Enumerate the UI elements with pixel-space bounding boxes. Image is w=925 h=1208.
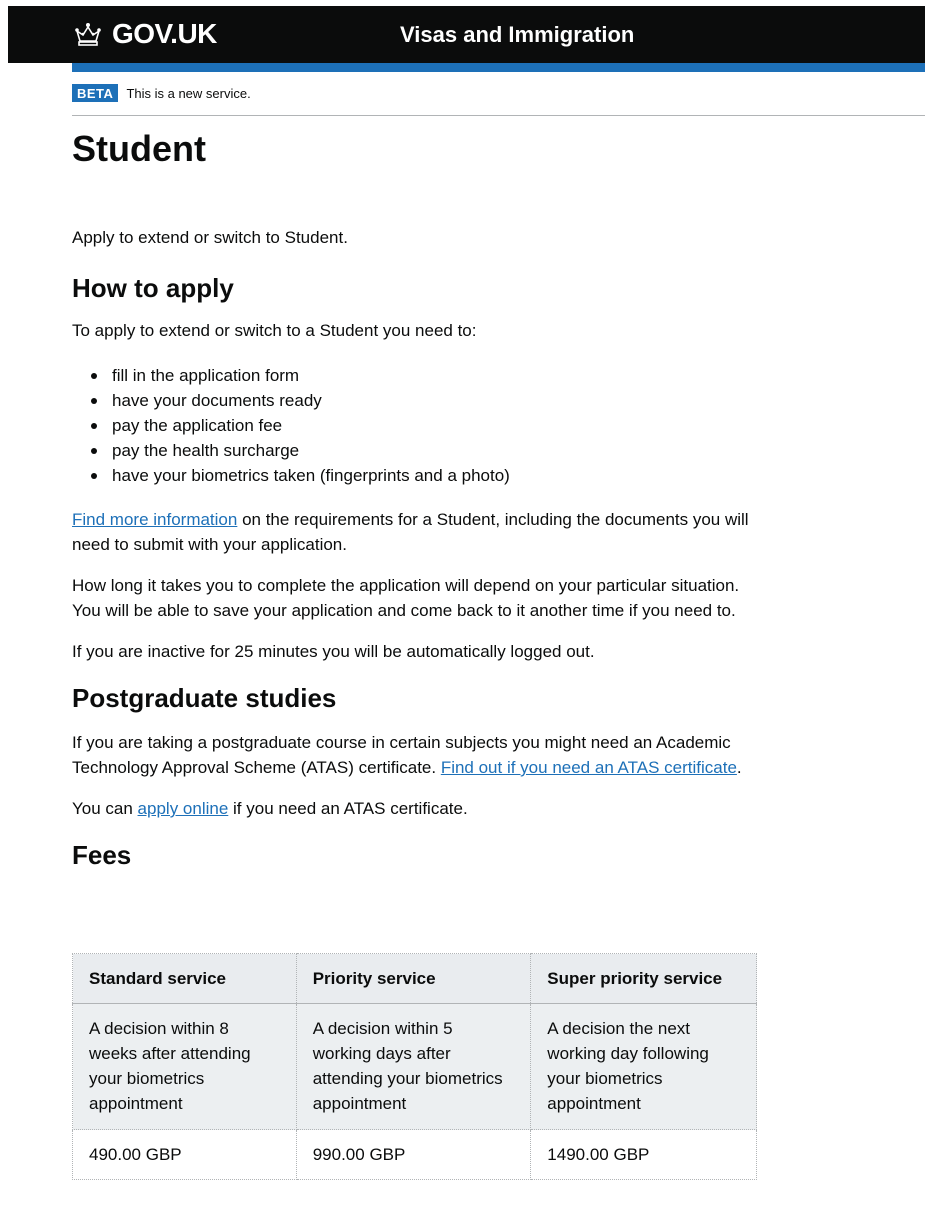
- list-item: have your biometrics taken (fingerprints…: [91, 463, 762, 488]
- duration-text: How long it takes you to complete the ap…: [72, 576, 740, 620]
- logo-text: GOV.UK: [112, 18, 217, 49]
- site-header: GOV.UK Visas and Immigration: [8, 6, 925, 63]
- price-cell: 990.00 GBP: [295, 1129, 532, 1180]
- header-accent-bar: [72, 63, 925, 72]
- table-header-row: Standard service Priority service Super …: [72, 953, 757, 1004]
- table-row: A decision within 8 weeks after attendin…: [72, 1003, 757, 1130]
- phase-banner: BETA This is a new service.: [72, 84, 251, 102]
- atas-check-link[interactable]: Find out if you need an ATAS certificate: [441, 758, 737, 777]
- govuk-logo-link[interactable]: GOV.UK: [74, 18, 217, 50]
- list-item: pay the health surcharge: [91, 438, 762, 463]
- list-item: pay the application fee: [91, 413, 762, 438]
- table-cell: A decision the next working day followin…: [530, 1003, 757, 1130]
- table-cell: A decision within 5 working days after a…: [295, 1003, 532, 1130]
- requirements-list: fill in the application form have your d…: [72, 363, 762, 488]
- find-more-information-link[interactable]: Find more information: [72, 510, 237, 529]
- postgraduate-heading: Postgraduate studies: [72, 683, 337, 713]
- list-item: have your documents ready: [91, 388, 762, 413]
- how-to-apply-heading: How to apply: [72, 273, 234, 303]
- phase-tag: BETA: [72, 84, 119, 102]
- column-header-priority: Priority service: [295, 953, 532, 1004]
- table-row: 490.00 GBP 990.00 GBP 1490.00 GBP: [72, 1129, 757, 1180]
- fees-table: Standard service Priority service Super …: [72, 953, 757, 1180]
- table-cell: A decision within 8 weeks after attendin…: [72, 1003, 297, 1130]
- how-to-apply-lead: To apply to extend or switch to a Studen…: [72, 321, 477, 340]
- more-info-paragraph: Find more information on the requirement…: [72, 507, 762, 557]
- phase-text: This is a new service.: [126, 85, 251, 101]
- page-title: Student: [72, 128, 206, 169]
- postgraduate-paragraph: If you are taking a postgraduate course …: [72, 730, 762, 780]
- crown-icon: [75, 23, 101, 46]
- apply-prefix: You can: [72, 799, 138, 818]
- divider: [72, 115, 925, 116]
- fees-heading: Fees: [72, 840, 132, 870]
- intro-text: Apply to extend or switch to Student.: [72, 228, 348, 247]
- apply-online-link[interactable]: apply online: [138, 799, 229, 818]
- column-header-super-priority: Super priority service: [530, 953, 757, 1004]
- inactive-text: If you are inactive for 25 minutes you w…: [72, 642, 595, 661]
- apply-suffix: if you need an ATAS certificate.: [228, 799, 468, 818]
- apply-online-paragraph: You can apply online if you need an ATAS…: [72, 796, 762, 821]
- price-cell: 490.00 GBP: [72, 1129, 297, 1180]
- service-name-link[interactable]: Visas and Immigration: [400, 22, 634, 48]
- main-content: Student Apply to extend or switch to Stu…: [72, 126, 762, 871]
- postgraduate-text-end: .: [736, 758, 742, 777]
- list-item: fill in the application form: [91, 363, 762, 388]
- column-header-standard: Standard service: [72, 953, 297, 1004]
- price-cell: 1490.00 GBP: [530, 1129, 757, 1180]
